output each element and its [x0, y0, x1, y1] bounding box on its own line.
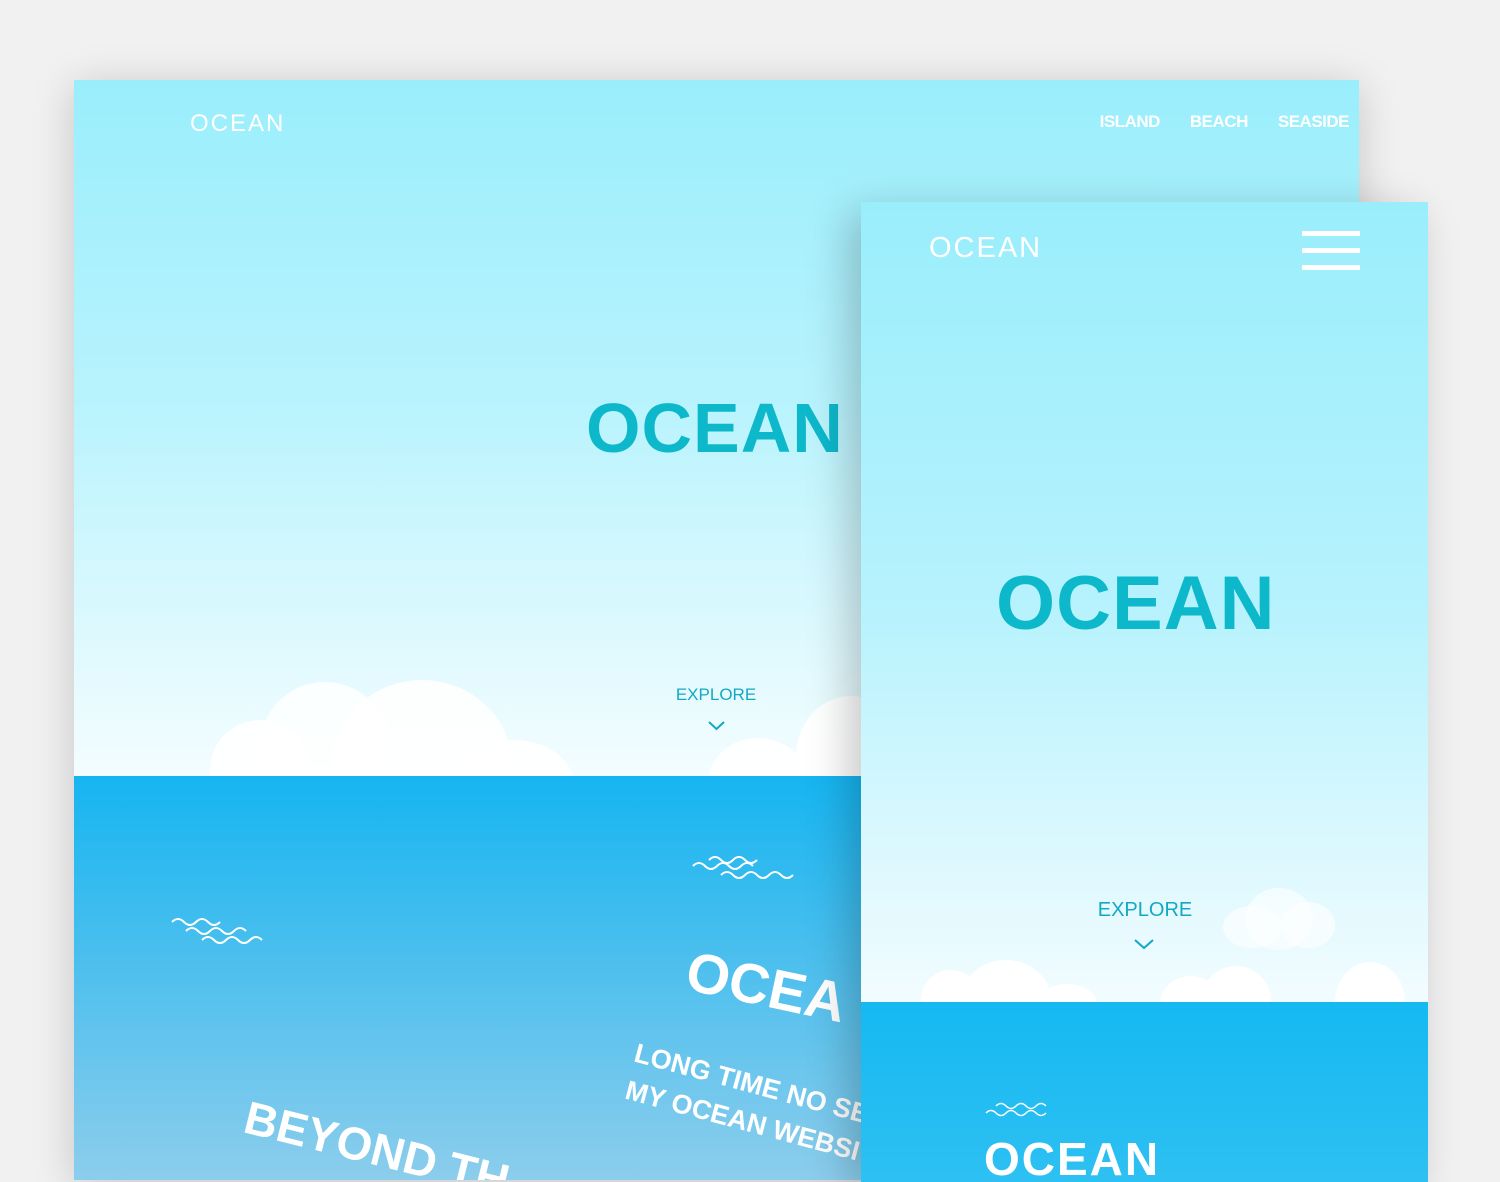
hamburger-menu-icon[interactable] — [1302, 231, 1360, 271]
mobile-explore-link[interactable]: EXPLORE — [1090, 899, 1200, 922]
mobile-hero-title: OCEAN — [996, 561, 1276, 646]
nav-item-seaside[interactable]: SEASIDE — [1278, 112, 1350, 132]
wave-icon — [985, 1102, 1047, 1117]
wave-icon — [692, 856, 794, 879]
explore-label: EXPLORE — [675, 685, 757, 704]
explore-label: EXPLORE — [1097, 899, 1193, 921]
nav-item-island[interactable]: ISLAND — [1100, 112, 1161, 132]
chevron-down-icon[interactable] — [708, 721, 725, 731]
desktop-logo[interactable]: OCEAN — [190, 110, 285, 138]
wave-icon — [171, 918, 263, 944]
nav-item-beach[interactable]: BEACH — [1190, 112, 1248, 132]
chevron-down-icon[interactable] — [1134, 939, 1154, 950]
desktop-explore-link[interactable]: EXPLORE — [666, 685, 766, 705]
desktop-hero-title: OCEAN — [586, 389, 844, 467]
desktop-nav: ISLAND BEACH SEASIDE — [1100, 112, 1350, 132]
mobile-logo[interactable]: OCEAN — [929, 232, 1042, 265]
mobile-sea-title: OCEAN — [984, 1133, 1161, 1182]
mobile-mockup: OCEAN OCEAN EXPLORE OCEAN — [861, 202, 1428, 1182]
